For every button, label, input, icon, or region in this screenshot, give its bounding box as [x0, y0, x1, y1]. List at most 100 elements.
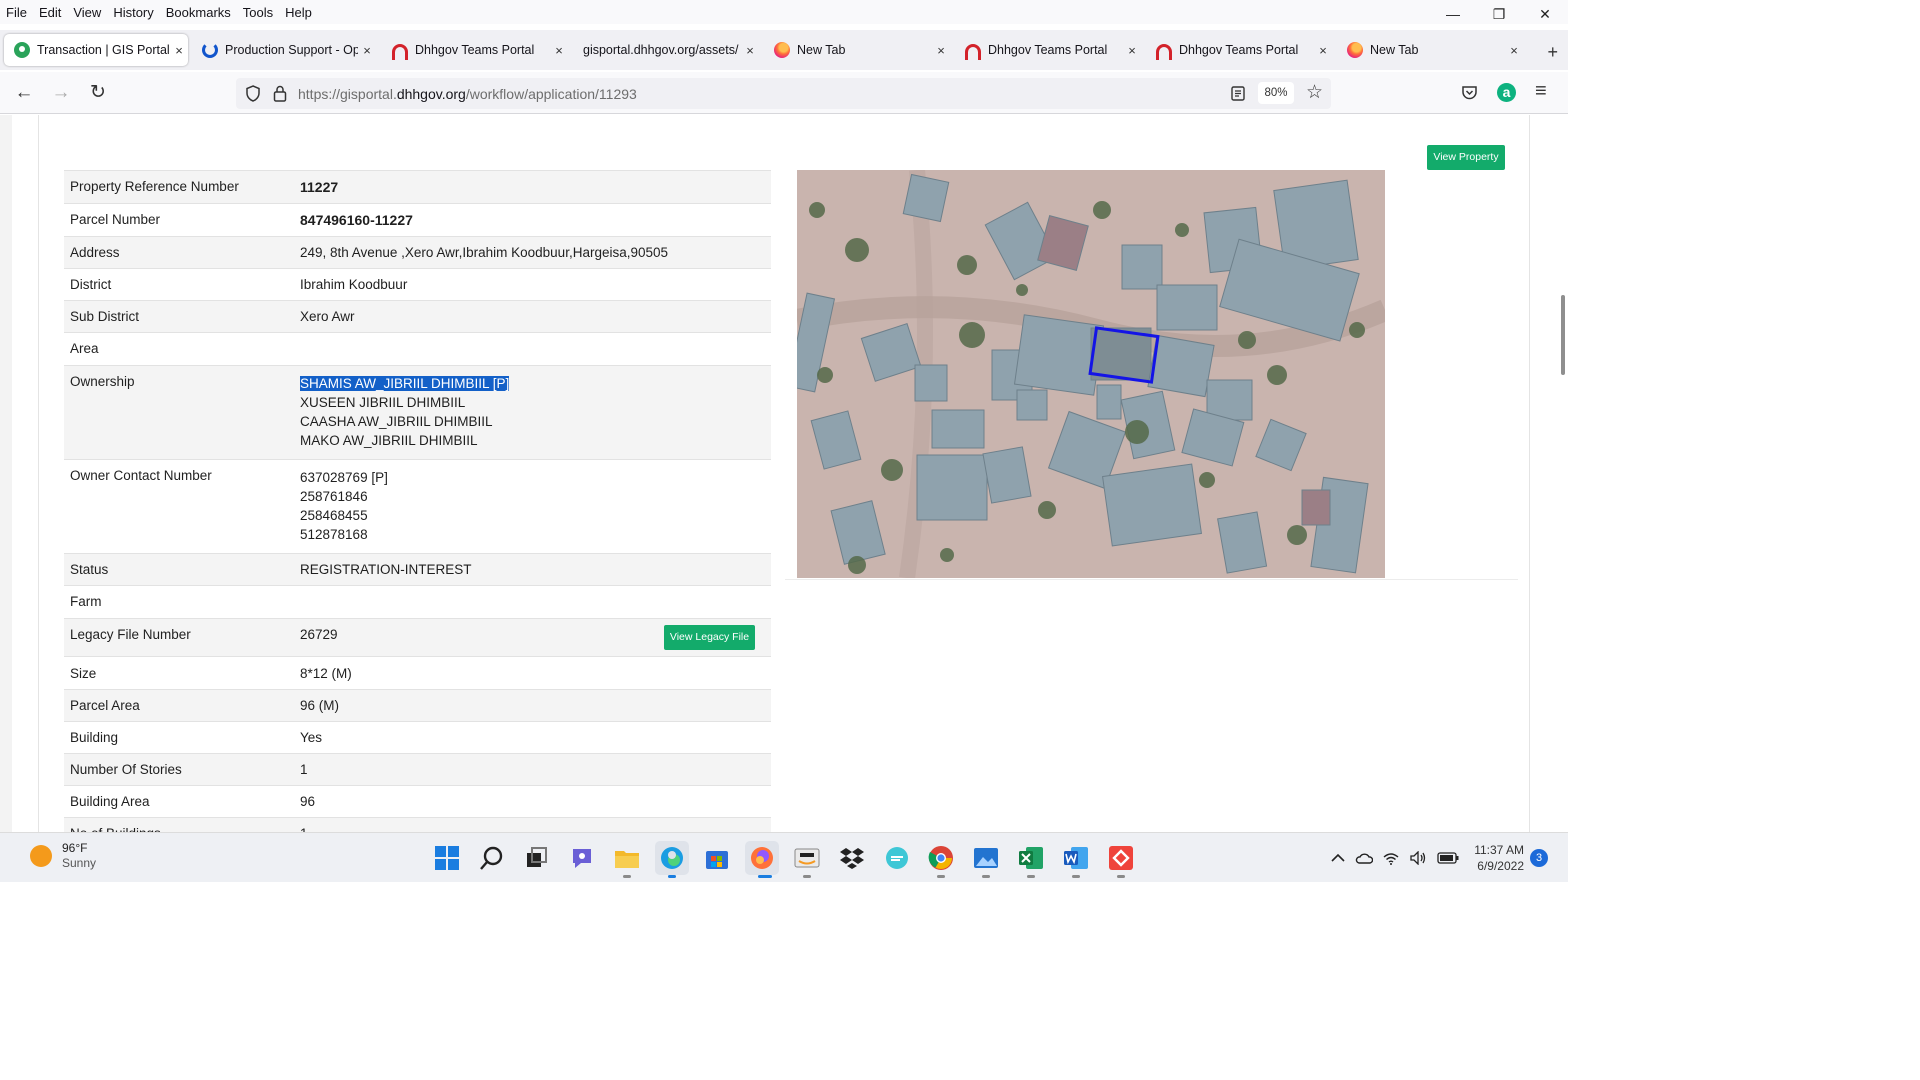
running-indicator [1117, 875, 1125, 878]
tab-dhhgov-teams-portal[interactable]: Dhhgov Teams Portal × [955, 34, 1141, 66]
dropbox-icon[interactable] [839, 845, 865, 871]
teams-portal-icon [965, 44, 981, 60]
file-explorer-icon[interactable] [614, 845, 640, 871]
table-row: Address 249, 8th Avenue ,Xero Awr,Ibrahi… [64, 236, 771, 269]
chrome-icon[interactable] [928, 845, 954, 871]
menu-bar: File Edit View History Bookmarks Tools H… [0, 0, 1568, 24]
table-row: No of Buildings 1 [64, 817, 771, 832]
view-property-button[interactable]: View Property [1427, 145, 1505, 170]
contact-number: 258468455 [300, 508, 368, 523]
menu-help[interactable]: Help [285, 5, 312, 20]
forward-button[interactable]: → [49, 82, 73, 106]
tab-title: Dhhgov Teams Portal [415, 43, 535, 57]
tab-close-icon[interactable]: × [1123, 43, 1141, 58]
menu-file[interactable]: File [6, 5, 27, 20]
close-window-button[interactable]: ✕ [1522, 0, 1568, 28]
url-bar[interactable]: https://gisportal.dhhgov.org/workflow/ap… [236, 78, 1331, 109]
messenger-icon[interactable] [884, 845, 910, 871]
windows-start-icon[interactable] [434, 845, 460, 871]
reader-view-icon[interactable] [1231, 86, 1245, 101]
tab-new-tab[interactable]: New Tab × [764, 34, 950, 66]
volume-icon[interactable] [1409, 851, 1427, 865]
excel-icon[interactable] [1018, 845, 1044, 871]
tab-dhhgov-teams-portal[interactable]: Dhhgov Teams Portal × [1146, 34, 1332, 66]
running-indicator [623, 875, 631, 878]
tab-close-icon[interactable]: × [358, 43, 376, 58]
menu-tools[interactable]: Tools [243, 5, 273, 20]
menu-view[interactable]: View [73, 5, 101, 20]
account-avatar-icon[interactable]: a [1497, 83, 1516, 102]
running-indicator [1072, 875, 1080, 878]
amazon-icon[interactable] [794, 845, 820, 871]
owner-name: XUSEEN JIBRIIL DHIMBIIL [300, 395, 466, 410]
teams-portal-icon [1156, 44, 1172, 60]
menu-edit[interactable]: Edit [39, 5, 61, 20]
aerial-parcel-svg [797, 170, 1385, 578]
view-legacy-file-button[interactable]: View Legacy File [664, 625, 755, 650]
hamburger-menu-icon[interactable]: ≡ [1535, 80, 1547, 103]
restore-button[interactable]: ❐ [1476, 0, 1522, 28]
teams-chat-icon[interactable] [569, 845, 595, 871]
table-row: Property Reference Number 11227 [64, 170, 771, 204]
building-area-value: 96 [294, 785, 771, 818]
tab-close-icon[interactable]: × [741, 43, 759, 58]
tab-transaction-gis-portal[interactable]: Transaction | GIS Portal × [4, 34, 188, 66]
gis-portal-icon [14, 42, 30, 58]
property-ref-label: Property Reference Number [64, 170, 294, 204]
tab-close-icon[interactable]: × [550, 43, 568, 58]
tab-dhhgov-teams-portal[interactable]: Dhhgov Teams Portal × [382, 34, 568, 66]
building-value: Yes [294, 721, 771, 754]
left-gutter [0, 115, 12, 832]
notification-badge[interactable]: 3 [1530, 849, 1548, 867]
table-row: Ownership SHAMIS AW_JIBRIIL DHIMBIIL [P]… [64, 365, 771, 460]
tab-gisportal-assets[interactable]: gisportal.dhhgov.org/assets/ × [573, 34, 759, 66]
chevron-up-icon[interactable] [1331, 853, 1345, 863]
page-scrollbar[interactable] [1561, 295, 1565, 375]
pocket-icon[interactable] [1461, 84, 1478, 101]
wifi-icon[interactable] [1383, 852, 1399, 865]
new-tab-button[interactable]: + [1547, 42, 1558, 63]
word-icon[interactable] [1063, 845, 1089, 871]
tab-new-tab[interactable]: New Tab × [1337, 34, 1523, 66]
num-buildings-label: No of Buildings [64, 817, 294, 832]
table-row: Sub District Xero Awr [64, 300, 771, 333]
teams-portal-icon [392, 44, 408, 60]
menu-history[interactable]: History [113, 5, 153, 20]
tab-close-icon[interactable]: × [1505, 43, 1523, 58]
onedrive-icon[interactable] [1355, 852, 1374, 864]
menu-bookmarks[interactable]: Bookmarks [166, 5, 231, 20]
tab-close-icon[interactable]: × [170, 43, 188, 58]
system-clock[interactable]: 11:37 AM 6/9/2022 [1474, 842, 1524, 874]
owner-name: CAASHA AW_JIBRIIL DHIMBIIL [300, 414, 493, 429]
parcel-number-label: Parcel Number [64, 203, 294, 237]
url-text[interactable]: https://gisportal.dhhgov.org/workflow/ap… [298, 86, 637, 102]
parcel-area-label: Parcel Area [64, 689, 294, 722]
task-view-icon[interactable] [524, 845, 550, 871]
tab-close-icon[interactable]: × [932, 43, 950, 58]
back-button[interactable]: ← [12, 82, 36, 106]
reload-button[interactable]: ↻ [86, 82, 110, 106]
lock-icon[interactable] [273, 85, 287, 102]
bookmark-star-icon[interactable]: ☆ [1306, 81, 1323, 104]
battery-icon[interactable] [1437, 852, 1459, 864]
microsoft-store-icon[interactable] [704, 845, 730, 871]
table-row: District Ibrahim Koodbuur [64, 268, 771, 301]
address-value: 249, 8th Avenue ,Xero Awr,Ibrahim Koodbu… [294, 236, 771, 269]
running-indicator [1027, 875, 1035, 878]
tab-close-icon[interactable]: × [1314, 43, 1332, 58]
tab-title: Dhhgov Teams Portal [988, 43, 1108, 57]
tracking-protection-icon[interactable] [245, 85, 261, 102]
owner-primary[interactable]: SHAMIS AW_JIBRIIL DHIMBIIL [P] [300, 376, 510, 391]
zoom-level-badge[interactable]: 80% [1258, 82, 1294, 104]
weather-widget[interactable]: 96°F Sunny [30, 841, 96, 871]
photos-icon[interactable] [973, 845, 999, 871]
tab-strip: Transaction | GIS Portal × Production Su… [0, 30, 1568, 70]
firefox-icon[interactable] [745, 841, 779, 875]
search-icon[interactable] [479, 845, 505, 871]
anydesk-icon[interactable] [1108, 845, 1134, 871]
minimize-button[interactable]: — [1430, 0, 1476, 28]
edge-icon[interactable] [655, 841, 689, 875]
application-panel: Property Reference Number 11227 Parcel N… [38, 115, 1530, 832]
tab-production-support[interactable]: Production Support - Op × [192, 34, 376, 66]
table-row: Status REGISTRATION-INTEREST [64, 553, 771, 586]
